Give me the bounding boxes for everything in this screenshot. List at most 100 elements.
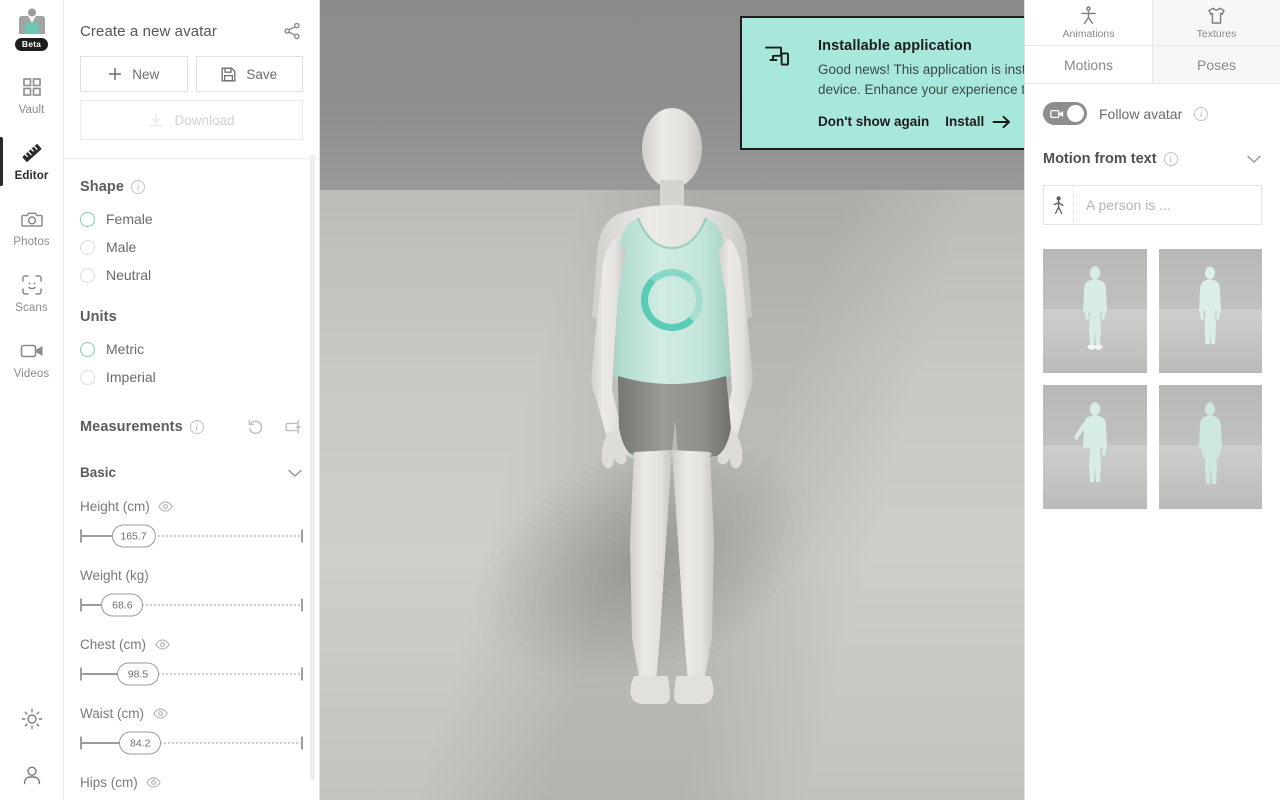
sidebar-item-photos[interactable]: Photos bbox=[0, 199, 63, 256]
motion-thumb-2[interactable] bbox=[1158, 249, 1262, 373]
radio-indicator bbox=[80, 267, 95, 283]
theme-toggle-button[interactable] bbox=[17, 704, 47, 734]
radio-indicator bbox=[80, 211, 95, 227]
basic-group-title: Basic bbox=[80, 465, 117, 480]
follow-avatar-row: Follow avatar i bbox=[1043, 102, 1262, 125]
banner-title: Installable application bbox=[818, 38, 972, 54]
install-label: Install bbox=[945, 114, 985, 129]
undo-icon bbox=[247, 419, 264, 436]
share-button[interactable] bbox=[281, 20, 303, 42]
tab-textures[interactable]: Textures bbox=[1152, 0, 1280, 46]
shape-option-neutral[interactable]: Neutral bbox=[80, 261, 303, 289]
avatar-model[interactable] bbox=[512, 96, 832, 716]
follow-avatar-info-icon[interactable]: i bbox=[1194, 106, 1209, 121]
units-option-metric[interactable]: Metric bbox=[80, 335, 303, 363]
slider-track[interactable]: 98.5 bbox=[80, 661, 303, 687]
follow-avatar-toggle[interactable] bbox=[1043, 102, 1087, 125]
slider-label-text: Height (cm) bbox=[80, 499, 150, 514]
motion-thumb-4[interactable] bbox=[1158, 385, 1262, 509]
measurements-header: Measurements i bbox=[80, 417, 303, 437]
download-label: Download bbox=[174, 112, 235, 128]
motion-text-input[interactable] bbox=[1074, 186, 1279, 224]
sidebar-item-videos[interactable]: Videos bbox=[0, 331, 63, 388]
top-tabs: Animations Textures bbox=[1025, 0, 1280, 46]
rail-bottom-actions bbox=[0, 704, 64, 790]
camera-icon bbox=[19, 207, 45, 231]
measurements-info-icon[interactable]: i bbox=[189, 420, 204, 434]
left-panel-scrollbar[interactable] bbox=[310, 155, 315, 780]
radio-label: Male bbox=[106, 239, 137, 255]
slider-thumb[interactable]: 98.5 bbox=[116, 662, 159, 686]
left-panel-scroll-area: Create a new avatar New Save Download Sh… bbox=[64, 0, 319, 800]
measure-tool-button[interactable] bbox=[283, 417, 303, 437]
section-divider bbox=[64, 158, 319, 159]
units-option-imperial[interactable]: Imperial bbox=[80, 363, 303, 391]
download-button[interactable]: Download bbox=[80, 100, 303, 140]
basic-group-header[interactable]: Basic bbox=[80, 465, 303, 480]
banner-message: Good news! This application is installab… bbox=[818, 62, 1024, 97]
slider-thumb[interactable]: 84.2 bbox=[119, 731, 162, 755]
slider-track[interactable]: 68.6 bbox=[80, 592, 303, 618]
primary-nav-rail: Beta Vault Editor Photos Scans Videos bbox=[0, 0, 64, 800]
page-title: Create a new avatar bbox=[80, 22, 217, 40]
slider-label-text: Weight (kg) bbox=[80, 568, 149, 583]
sidebar-item-scans[interactable]: Scans bbox=[0, 265, 63, 322]
reset-measurements-button[interactable] bbox=[245, 417, 265, 437]
video-icon bbox=[19, 339, 45, 363]
plus-icon bbox=[108, 67, 122, 81]
slider-track[interactable]: 165.7 bbox=[80, 523, 303, 549]
eye-icon[interactable] bbox=[152, 707, 168, 721]
tab-animations[interactable]: Animations bbox=[1025, 0, 1152, 46]
thumb-avatar-figure bbox=[1071, 402, 1119, 486]
slider-label-row: Waist (cm) bbox=[80, 706, 303, 721]
shape-option-female[interactable]: Female bbox=[80, 205, 303, 233]
animations-right-panel: Animations Textures Motions Poses Follow… bbox=[1024, 0, 1280, 800]
slider-hips: Hips (cm) bbox=[80, 775, 303, 790]
dont-show-again-button[interactable]: Don't show again bbox=[818, 114, 929, 129]
eye-icon[interactable] bbox=[146, 776, 162, 790]
eye-icon[interactable] bbox=[158, 500, 174, 514]
arrow-right-icon bbox=[992, 115, 1011, 129]
shape-info-icon[interactable]: i bbox=[131, 180, 146, 194]
slider-track[interactable]: 84.2 bbox=[80, 730, 303, 756]
motion-thumb-1[interactable] bbox=[1043, 249, 1147, 373]
radio-indicator bbox=[80, 239, 95, 255]
slider-thumb[interactable]: 165.7 bbox=[111, 524, 156, 548]
video-camera-icon bbox=[1050, 109, 1064, 119]
save-button[interactable]: Save bbox=[195, 56, 303, 92]
eye-icon[interactable] bbox=[154, 638, 170, 652]
tab-label: Textures bbox=[1196, 27, 1237, 40]
chevron-down-icon[interactable] bbox=[1246, 154, 1262, 164]
slider-thumb[interactable]: 68.6 bbox=[101, 593, 144, 617]
slider-remainder bbox=[121, 604, 302, 606]
radio-label: Female bbox=[106, 211, 153, 227]
units-title: Units bbox=[80, 309, 117, 325]
slider-label-row: Height (cm) bbox=[80, 499, 303, 514]
install-button[interactable]: Install bbox=[945, 114, 1011, 129]
account-button[interactable] bbox=[17, 760, 47, 790]
new-avatar-label: New bbox=[132, 66, 160, 82]
ruler-icon bbox=[19, 141, 45, 165]
devices-icon bbox=[764, 38, 792, 130]
shape-option-male[interactable]: Male bbox=[80, 233, 303, 261]
slider-label-text: Waist (cm) bbox=[80, 706, 144, 721]
user-icon bbox=[21, 764, 43, 786]
motion-thumb-3[interactable] bbox=[1043, 385, 1147, 509]
slider-remainder bbox=[139, 742, 302, 744]
motion-from-text-info-icon[interactable]: i bbox=[1163, 152, 1178, 166]
app-logo[interactable]: Beta bbox=[8, 8, 56, 51]
scan-face-icon bbox=[19, 273, 45, 297]
slider-weight: Weight (kg) 68.6 bbox=[80, 568, 303, 618]
slider-label-row: Weight (kg) bbox=[80, 568, 303, 583]
avatar-3d-viewport[interactable]: Installable application Good news! This … bbox=[320, 0, 1024, 800]
radio-label: Neutral bbox=[106, 267, 152, 283]
sidebar-item-editor[interactable]: Editor bbox=[0, 133, 63, 190]
tab-motions[interactable]: Motions bbox=[1025, 46, 1152, 84]
slider-remainder bbox=[132, 535, 302, 537]
radio-indicator bbox=[80, 341, 95, 357]
grid-icon bbox=[19, 75, 45, 99]
tab-poses[interactable]: Poses bbox=[1152, 46, 1280, 84]
new-avatar-button[interactable]: New bbox=[80, 56, 188, 92]
slider-label-row: Chest (cm) bbox=[80, 637, 303, 652]
sidebar-item-vault[interactable]: Vault bbox=[0, 67, 63, 124]
